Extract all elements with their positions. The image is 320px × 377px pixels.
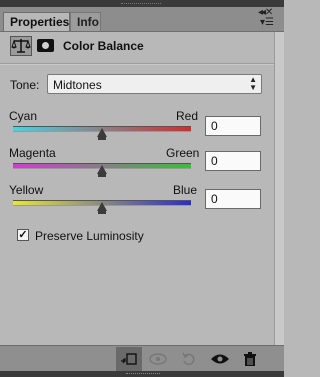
panel-top-strip <box>0 0 284 7</box>
dropdown-arrows-icon: ▲ ▼ <box>249 75 257 92</box>
yellow-label: Yellow <box>9 183 44 197</box>
delete-icon[interactable] <box>237 347 263 371</box>
tone-selected-value: Midtones <box>53 78 102 92</box>
yellow-blue-value-input[interactable]: 0 <box>205 189 261 209</box>
layer-mask-icon[interactable] <box>35 36 57 56</box>
properties-header: Color Balance <box>0 32 274 61</box>
panel-menu-icon[interactable]: ▾☰ <box>260 17 274 28</box>
toggle-visibility-icon[interactable] <box>207 347 233 371</box>
header-divider <box>0 63 274 65</box>
reset-icon[interactable] <box>176 347 202 371</box>
panel-bottom-grip <box>0 371 284 377</box>
tone-dropdown[interactable]: Midtones ▲ ▼ <box>47 74 262 94</box>
bottom-toolbar <box>0 345 284 372</box>
cyan-label: Cyan <box>9 109 38 123</box>
resize-grip[interactable] <box>126 373 160 376</box>
balance-scale-icon[interactable] <box>10 36 32 56</box>
tab-bar: Properties Info ◂◂ ✕ ▾☰ <box>0 7 284 32</box>
magenta-green-slider-thumb[interactable] <box>97 165 107 177</box>
red-label: Red <box>176 109 199 123</box>
magenta-green-value-input[interactable]: 0 <box>205 151 261 171</box>
yellow-blue-slider-thumb[interactable] <box>97 202 107 214</box>
checkmark-icon: ✓ <box>18 229 28 241</box>
magenta-label: Magenta <box>9 146 56 160</box>
drag-grip[interactable] <box>121 3 161 5</box>
tab-properties[interactable]: Properties <box>3 12 70 31</box>
tone-label: Tone: <box>10 78 40 92</box>
view-previous-state-icon[interactable] <box>145 347 171 371</box>
preserve-luminosity-label: Preserve Luminosity <box>35 229 144 243</box>
cyan-red-slider-thumb[interactable] <box>97 128 107 140</box>
blue-label: Blue <box>173 183 198 197</box>
clip-to-layer-icon[interactable] <box>116 347 142 371</box>
cyan-red-value-input[interactable]: 0 <box>205 116 261 136</box>
preserve-luminosity-checkbox[interactable]: ✓ <box>17 229 29 241</box>
tab-info[interactable]: Info <box>70 12 101 31</box>
green-label: Green <box>166 146 200 160</box>
panel-title: Color Balance <box>63 39 144 53</box>
vertical-scrollbar[interactable] <box>274 32 284 345</box>
